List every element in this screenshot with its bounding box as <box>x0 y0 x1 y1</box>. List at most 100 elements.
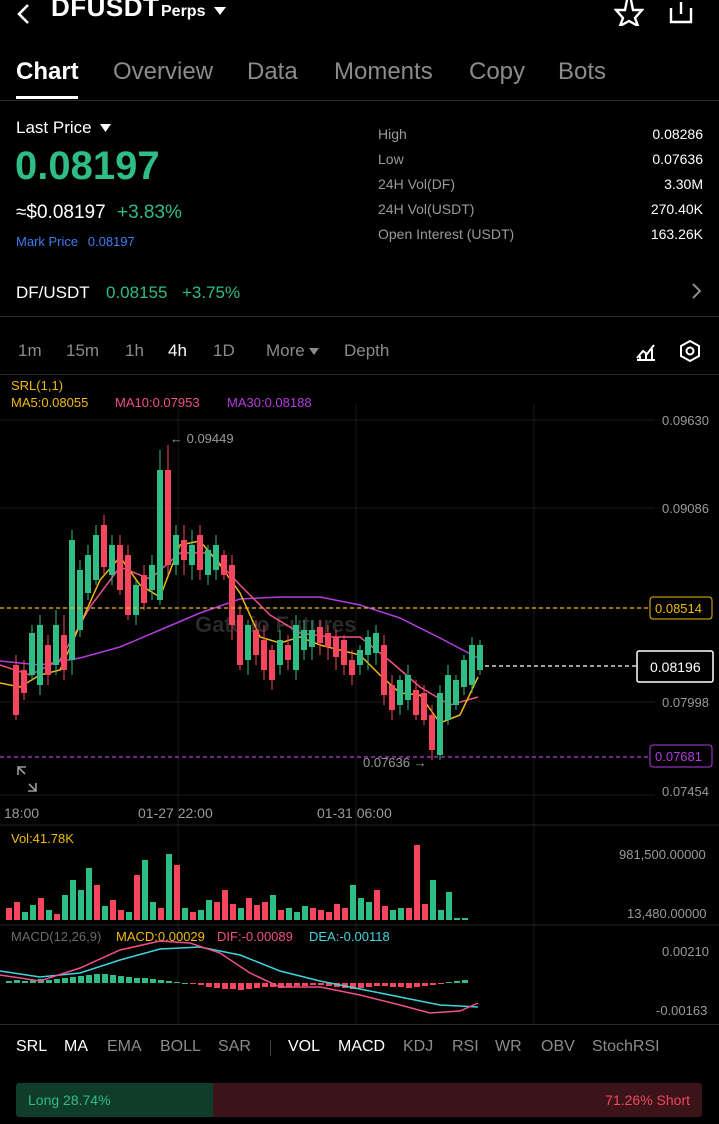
macd-bar <box>126 977 132 983</box>
depth-tab[interactable]: Depth <box>344 341 389 361</box>
interval-1d[interactable]: 1D <box>213 341 235 361</box>
indicator-wr[interactable]: WR <box>495 1038 522 1056</box>
candle-body <box>453 680 459 705</box>
divider <box>0 1024 719 1025</box>
short-label: 71.26% Short <box>605 1092 690 1108</box>
tab-moments[interactable]: Moments <box>334 58 433 86</box>
indicator-ma[interactable]: MA <box>64 1038 88 1056</box>
macd-bar <box>198 983 204 985</box>
interval-1m[interactable]: 1m <box>18 341 42 361</box>
volume-axis-label: 13,480.00000 <box>627 906 707 921</box>
interval-15m[interactable]: 15m <box>66 341 99 361</box>
candle-body <box>365 637 371 655</box>
volume-bar <box>222 890 228 920</box>
macd-bar <box>110 975 116 983</box>
macd-bar <box>70 977 76 983</box>
pair-title[interactable]: DFUSDT <box>51 0 159 23</box>
volume-bar <box>270 895 276 920</box>
interval-4h[interactable]: 4h <box>168 341 187 361</box>
volume-bar <box>318 910 324 920</box>
macd-bar <box>366 983 372 987</box>
market-type-label: Perps <box>161 3 206 20</box>
volume-bar <box>422 904 428 920</box>
candle-body <box>77 570 83 630</box>
tab-overview[interactable]: Overview <box>113 58 213 86</box>
macd-bar <box>230 983 236 989</box>
candle-body <box>229 565 235 625</box>
macd-bar <box>374 983 380 986</box>
candle-body <box>21 670 27 693</box>
candle-body <box>29 633 35 675</box>
candles <box>13 445 483 760</box>
candle-body <box>117 545 123 590</box>
volume-bar <box>102 906 108 920</box>
candle-body <box>341 640 347 665</box>
volume-bar <box>150 902 156 920</box>
macd-bar <box>446 982 452 983</box>
candle-body <box>53 625 59 665</box>
macd-axis-label: 0.00210 <box>662 944 709 959</box>
candle-body <box>109 545 115 575</box>
price-axis-label: 0.07681 <box>655 749 702 764</box>
usd-approx: ≈$0.08197 <box>16 202 106 223</box>
indicator-sar[interactable]: SAR <box>218 1038 251 1056</box>
share-icon[interactable] <box>666 0 696 26</box>
candle-body <box>445 675 451 720</box>
volume-bar <box>190 912 196 920</box>
mark-price-value: 0.08197 <box>87 234 135 249</box>
stat-row-open-interest: Open Interest (USDT) 163.26K <box>378 226 703 251</box>
macd-bar <box>438 983 444 984</box>
candle-body <box>413 690 419 715</box>
last-price-selector[interactable]: Last Price <box>16 118 112 138</box>
price-axis-label: 0.09630 <box>662 413 709 428</box>
volume-bar <box>342 908 348 920</box>
candle-body <box>45 645 51 675</box>
macd-bar <box>462 980 468 983</box>
star-icon[interactable] <box>614 0 644 26</box>
indicator-boll[interactable]: BOLL <box>160 1038 201 1056</box>
indicator-vol[interactable]: VOL <box>288 1038 320 1056</box>
tab-data[interactable]: Data <box>247 58 298 86</box>
volume-bar <box>6 908 12 920</box>
macd-bar <box>62 978 68 983</box>
stat-label: Low <box>378 151 404 167</box>
macd-bar <box>78 976 84 983</box>
interval-1h[interactable]: 1h <box>125 341 144 361</box>
chart-draw-icon[interactable] <box>634 339 658 363</box>
tab-copy[interactable]: Copy <box>469 58 525 86</box>
candle-body <box>157 470 163 600</box>
volume-bar <box>262 902 268 920</box>
volume-bar <box>206 900 212 920</box>
indicator-ema[interactable]: EMA <box>107 1038 142 1056</box>
indicator-kdj[interactable]: KDJ <box>403 1038 433 1056</box>
dif-value: DIF:-0.00089 <box>217 929 293 944</box>
indicator-srl[interactable]: SRL <box>16 1038 47 1056</box>
candle-body <box>477 645 483 670</box>
volume-bar <box>62 895 68 920</box>
spot-pair-row[interactable]: DF/USDT 0.08155 +3.75% <box>0 270 719 317</box>
volume-bar <box>166 854 172 920</box>
macd-bar <box>174 982 180 983</box>
tab-bots[interactable]: Bots <box>558 58 606 86</box>
back-arrow-icon[interactable] <box>14 2 34 28</box>
volume-bar <box>254 905 260 920</box>
macd-bar <box>6 981 12 983</box>
macd-bar <box>398 983 404 987</box>
settings-icon[interactable] <box>678 339 702 363</box>
volume-bar <box>46 910 52 920</box>
macd-bar <box>238 983 244 990</box>
volume-bar <box>438 910 444 920</box>
interval-more[interactable]: More <box>266 341 320 361</box>
candlestick-chart[interactable]: Gate.io Futures SRL(1,1) MA5:0.08055 MA1… <box>0 375 719 1025</box>
macd-bar <box>422 983 428 986</box>
indicator-stochrsi[interactable]: StochRSI <box>592 1038 660 1056</box>
market-type-dropdown[interactable]: Perps <box>161 3 226 21</box>
indicator-obv[interactable]: OBV <box>541 1038 575 1056</box>
tab-chart[interactable]: Chart <box>16 58 79 86</box>
time-axis-label: 01-27 22:00 <box>138 805 213 821</box>
stat-row-vol-df: 24H Vol(DF) 3.30M <box>378 176 703 201</box>
indicator-rsi[interactable]: RSI <box>452 1038 479 1056</box>
indicator-macd[interactable]: MACD <box>338 1038 385 1056</box>
expand-icon[interactable] <box>17 766 37 792</box>
ma10-label: MA10:0.07953 <box>115 395 200 410</box>
